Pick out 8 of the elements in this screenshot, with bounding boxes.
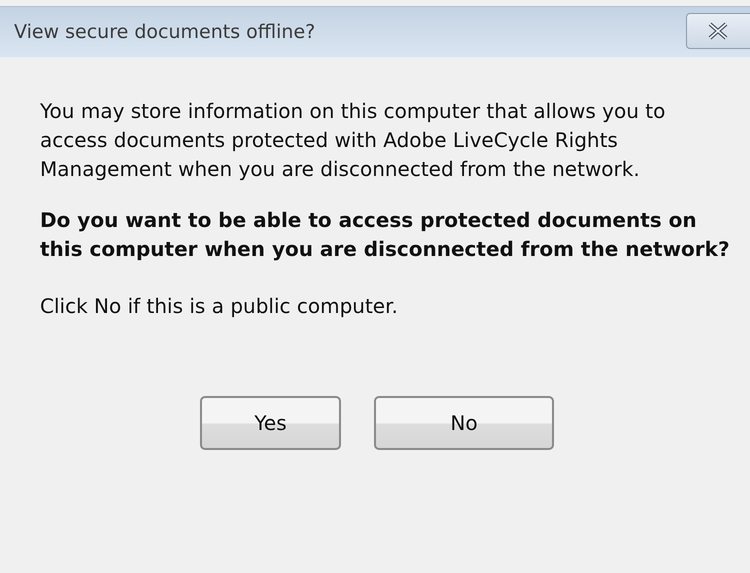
close-icon (707, 22, 729, 40)
question-text: Do you want to be able to access protected documents on this computer when you are disconnected from the network? (40, 207, 730, 263)
no-button[interactable]: No (374, 396, 554, 450)
note-text: Click No if this is a public computer. (40, 293, 399, 320)
close-button[interactable] (686, 13, 750, 49)
yes-button[interactable]: Yes (200, 396, 341, 450)
window-title: View secure documents offline? (14, 21, 316, 43)
message-text: You may store information on this computer that allows you to access documents protected with Adobe LiveCycle Rights Management when you are disconnected from the network. (40, 98, 666, 183)
